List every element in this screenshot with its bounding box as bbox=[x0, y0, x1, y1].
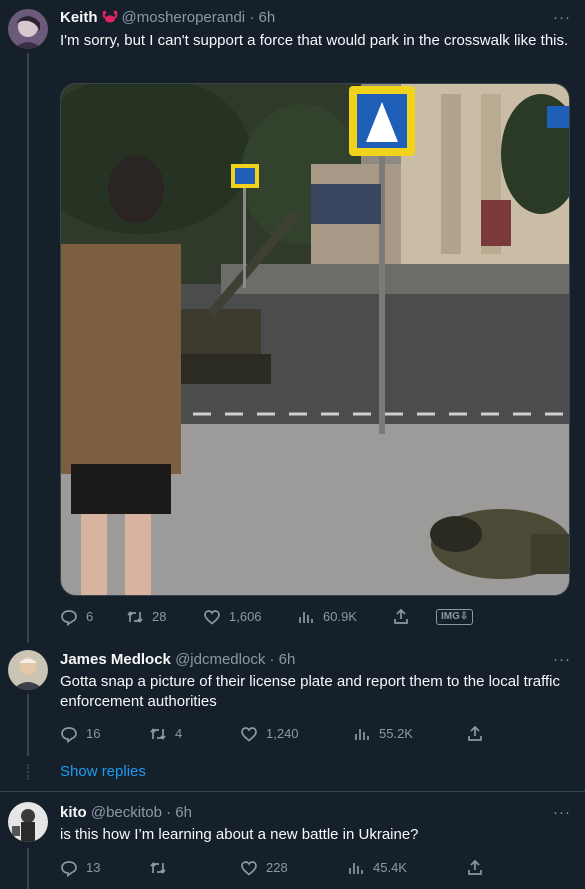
reply-count: 13 bbox=[86, 860, 101, 875]
crab-emoji-icon bbox=[102, 10, 118, 30]
show-replies-link[interactable]: Show replies bbox=[60, 763, 146, 780]
like-count: 1,606 bbox=[229, 609, 262, 624]
reply-count: 6 bbox=[86, 609, 94, 624]
views-icon bbox=[299, 612, 313, 623]
author-handle[interactable]: @jdcmedlock bbox=[175, 651, 265, 668]
tweet-time[interactable]: 6h bbox=[279, 651, 296, 668]
views-count: 45.4K bbox=[373, 860, 407, 875]
tweet-text: I'm sorry, but I can't support a force t… bbox=[60, 32, 569, 49]
author-handle[interactable]: @beckitob bbox=[91, 804, 162, 821]
retweet-button[interactable]: 4 bbox=[149, 724, 182, 744]
more-options-icon[interactable]: ··· bbox=[553, 650, 571, 670]
reply-button[interactable]: 6 bbox=[60, 607, 93, 627]
views-icon bbox=[349, 863, 363, 874]
share-icon bbox=[468, 859, 482, 875]
retweet-count: 28 bbox=[152, 609, 167, 624]
like-button[interactable]: 228 bbox=[240, 858, 288, 878]
reply-button[interactable]: 16 bbox=[60, 724, 100, 744]
tweet-keith[interactable]: Keith @mosheroperandi · 6h ··· I'm sorry,… bbox=[0, 0, 585, 643]
separator-dot: · bbox=[249, 9, 255, 26]
heart-icon bbox=[204, 610, 220, 625]
reply-icon bbox=[61, 610, 77, 626]
image-download-button[interactable]: IMG⇩ bbox=[436, 607, 474, 627]
more-options-icon[interactable]: ··· bbox=[553, 803, 571, 823]
avatar-kito[interactable] bbox=[8, 802, 48, 842]
share-button[interactable] bbox=[392, 607, 410, 627]
like-button[interactable]: 1,606 bbox=[203, 607, 262, 627]
retweet-icon bbox=[150, 728, 166, 740]
heart-icon bbox=[241, 861, 257, 876]
separator-dot: · bbox=[269, 651, 275, 668]
retweet-button[interactable] bbox=[149, 858, 167, 878]
tweet-media-photo[interactable] bbox=[60, 83, 570, 596]
reply-icon bbox=[61, 727, 77, 743]
author-handle[interactable]: @mosheroperandi bbox=[122, 9, 246, 26]
avatar-james-medlock[interactable] bbox=[8, 650, 48, 690]
author-name[interactable]: James Medlock bbox=[60, 651, 171, 668]
reply-count: 16 bbox=[86, 726, 101, 741]
retweet-icon bbox=[127, 611, 143, 623]
thread-line bbox=[27, 848, 29, 889]
reply-button[interactable]: 13 bbox=[60, 858, 100, 878]
share-icon bbox=[468, 725, 482, 741]
thread-line bbox=[27, 53, 29, 643]
retweet-count: 4 bbox=[175, 726, 183, 741]
thread-dots bbox=[27, 764, 29, 780]
author-name[interactable]: Keith bbox=[60, 9, 98, 26]
views-count: 60.9K bbox=[323, 609, 357, 624]
thread-line bbox=[27, 694, 29, 756]
img-download-badge: IMG⇩ bbox=[436, 609, 474, 625]
like-button[interactable]: 1,240 bbox=[240, 724, 299, 744]
views-button[interactable]: 55.2K bbox=[353, 724, 413, 744]
reply-icon bbox=[61, 861, 77, 877]
tweet-header: James Medlock @jdcmedlock · 6h ··· bbox=[60, 650, 571, 670]
heart-icon bbox=[241, 727, 257, 742]
share-button[interactable] bbox=[466, 858, 484, 878]
share-icon bbox=[394, 608, 408, 624]
views-icon bbox=[355, 729, 369, 740]
share-button[interactable] bbox=[466, 724, 484, 744]
retweet-button[interactable]: 28 bbox=[126, 607, 166, 627]
retweet-icon bbox=[150, 862, 166, 874]
tweet-header: Keith @mosheroperandi · 6h ··· bbox=[60, 8, 571, 28]
views-button[interactable]: 45.4K bbox=[347, 858, 407, 878]
tweet-kito[interactable]: kito @beckitob · 6h ··· is this how I’m … bbox=[0, 792, 585, 889]
views-button[interactable]: 60.9K bbox=[297, 607, 357, 627]
author-name[interactable]: kito bbox=[60, 804, 87, 821]
like-count: 228 bbox=[266, 860, 288, 875]
avatar-keith[interactable] bbox=[8, 9, 48, 49]
separator-dot: · bbox=[166, 804, 172, 821]
tweet-text: is this how I’m learning about a new bat… bbox=[60, 826, 419, 843]
tweet-text: Gotta snap a picture of their license pl… bbox=[60, 673, 561, 710]
like-count: 1,240 bbox=[266, 726, 299, 741]
more-options-icon[interactable]: ··· bbox=[553, 8, 571, 28]
tweet-time[interactable]: 6h bbox=[258, 9, 275, 26]
tweet-time[interactable]: 6h bbox=[175, 804, 192, 821]
tweet-header: kito @beckitob · 6h ··· bbox=[60, 803, 571, 823]
views-count: 55.2K bbox=[379, 726, 413, 741]
